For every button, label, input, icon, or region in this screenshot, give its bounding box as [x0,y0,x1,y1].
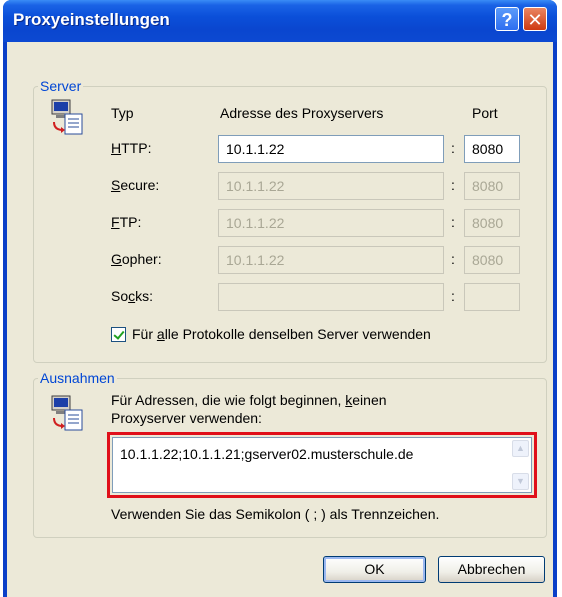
exceptions-textarea[interactable]: 10.1.1.22;10.1.1.21;gserver02.musterschu… [112,437,532,493]
help-button[interactable]: ? [495,7,519,31]
cancel-button[interactable]: Abbrechen [438,556,545,583]
ftp-address-input[interactable] [218,209,444,237]
window-title: Proxyeinstellungen [13,10,170,29]
secure-address-input[interactable] [218,172,444,200]
exceptions-description-line2: Proxyserver verwenden: [111,410,262,426]
http-address-input[interactable] [218,135,444,163]
same-server-label-accel: a [156,326,165,342]
exceptions-scrollbar[interactable]: ▲ ▼ [512,440,529,490]
ftp-label-rest: TP: [119,214,142,230]
scroll-down-icon[interactable]: ▼ [512,473,529,490]
network-computers-icon [51,99,83,135]
http-port-input[interactable] [464,135,520,163]
ftp-port-input[interactable] [464,209,520,237]
http-label-rest: TTP: [121,140,152,156]
same-server-label-rest: lle Protokolle denselben Server verwende… [164,326,431,342]
scroll-up-icon[interactable]: ▲ [512,440,529,457]
same-server-label[interactable]: Für alle Protokolle denselben Server ver… [132,326,431,342]
gopher-port-input[interactable] [464,246,520,274]
socks-label: Socks: [111,288,153,304]
secure-colon: : [451,177,455,193]
socks-label-rest: ks: [135,288,154,304]
proxy-settings-dialog: Proxyeinstellungen ? ✕ Server Typ Adress… [3,0,557,597]
secure-label: Secure: [111,177,159,193]
title-bar[interactable]: Proxyeinstellungen ? ✕ [3,0,557,42]
network-computers-icon [51,395,83,431]
ok-button[interactable]: OK [323,556,426,583]
socks-port-input[interactable] [464,283,520,311]
server-group-legend: Server [40,78,82,94]
exceptions-desc-post: einen [352,392,387,408]
exceptions-value: 10.1.1.22;10.1.1.21;gserver02.musterschu… [120,446,414,462]
same-server-checkbox[interactable] [111,327,126,342]
ftp-colon: : [451,214,455,230]
secure-label-accel: S [111,177,121,193]
gopher-address-input[interactable] [218,246,444,274]
close-button[interactable]: ✕ [523,7,547,31]
dialog-body: Server Typ Adresse des Proxyservers Port… [7,42,553,597]
exceptions-group-legend: Ausnahmen [40,370,115,386]
ftp-label-accel: F [111,214,120,230]
http-label-accel: H [111,140,122,156]
gopher-colon: : [451,251,455,267]
socks-address-input[interactable] [218,283,444,311]
exceptions-description-line1: Für Adressen, die wie folgt beginnen, ke… [111,392,387,408]
gopher-label-rest: opher: [121,251,162,267]
gopher-label: Gopher: [111,251,162,267]
type-column-header: Typ [111,105,134,121]
separator-hint: Verwenden Sie das Semikolon ( ; ) als Tr… [111,506,440,522]
exceptions-highlight-frame: 10.1.1.22;10.1.1.21;gserver02.musterschu… [107,432,537,498]
gopher-label-accel: G [111,251,122,267]
http-colon: : [451,140,455,156]
address-column-header: Adresse des Proxyservers [220,105,384,121]
secure-port-input[interactable] [464,172,520,200]
socks-label-pre: So [111,288,129,304]
http-label: HTTP: [111,140,151,156]
ftp-label: FTP: [111,214,141,230]
secure-label-rest: ecure: [120,177,160,193]
port-column-header: Port [472,105,498,121]
socks-colon: : [451,288,455,304]
same-server-label-pre: Für [132,326,157,342]
exceptions-desc-pre: Für Adressen, die wie folgt beginnen, [111,392,346,408]
